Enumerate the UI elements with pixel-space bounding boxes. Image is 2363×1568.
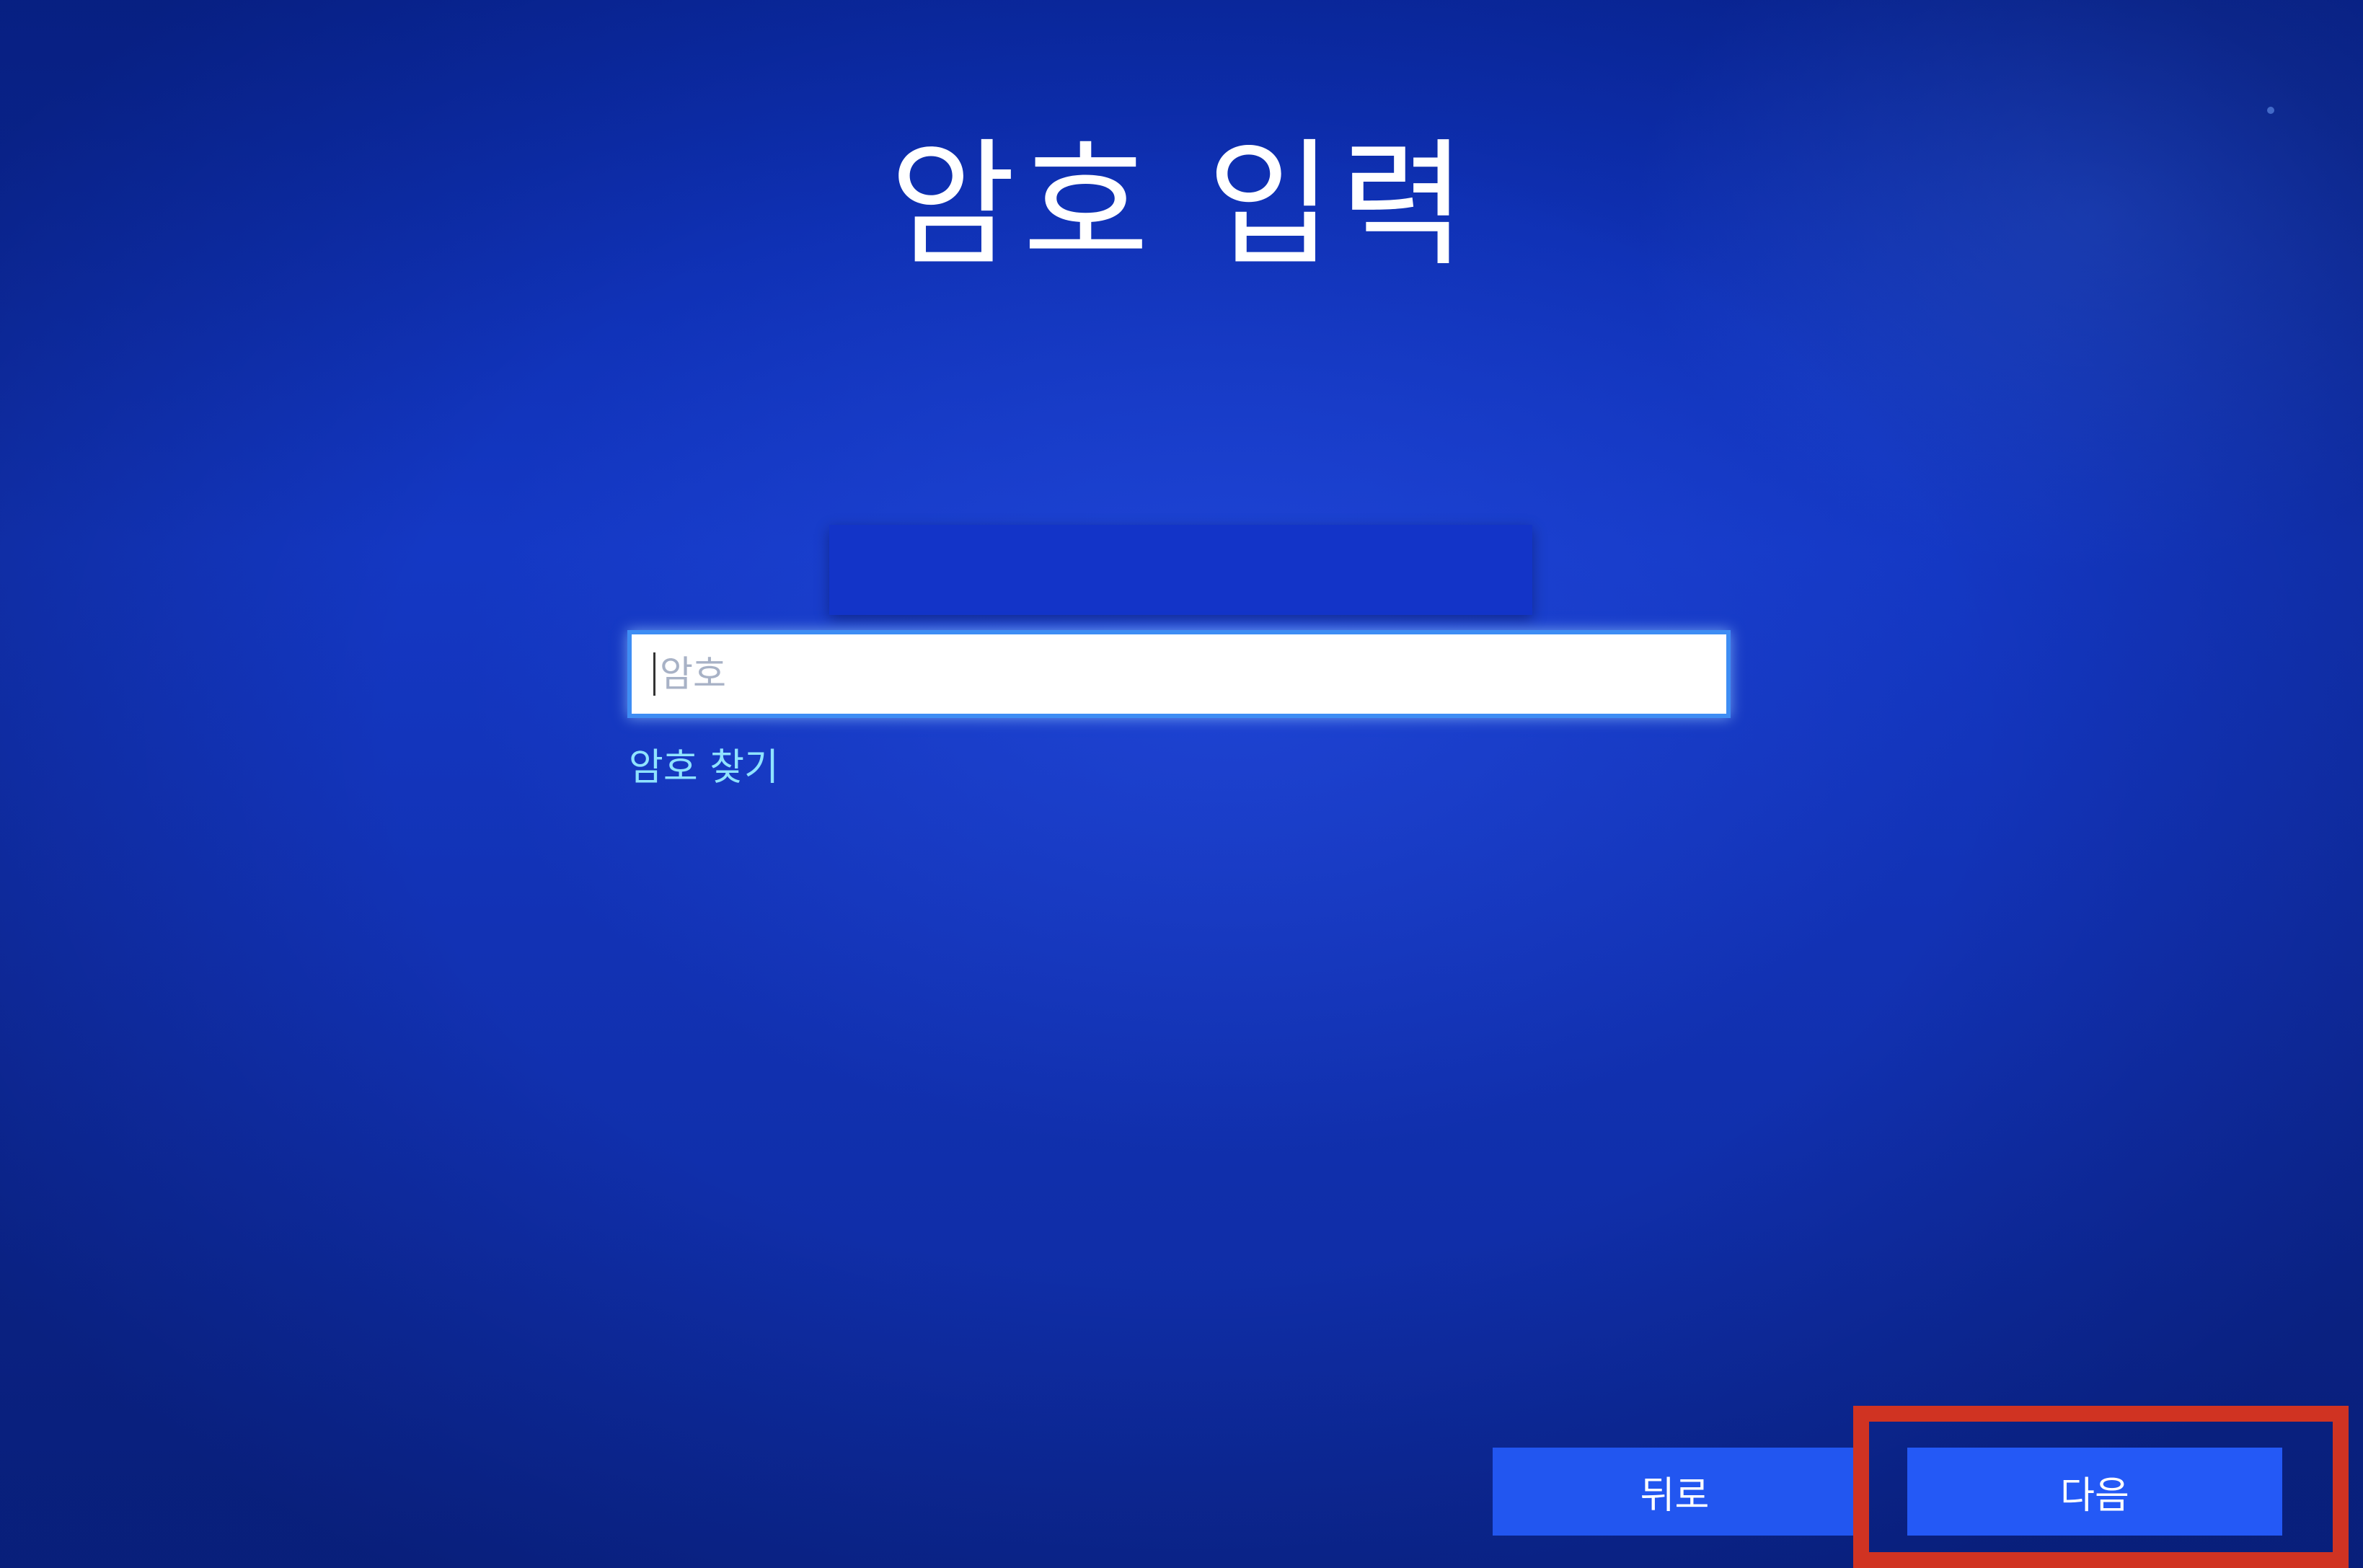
password-field[interactable] [627, 630, 1731, 718]
text-caret [653, 652, 655, 696]
highlight-box [1853, 1406, 2349, 1568]
back-button[interactable]: 뒤로 [1493, 1448, 1857, 1536]
forgot-password-link[interactable]: 암호 찾기 [629, 737, 779, 791]
setup-screen: 암호 입력 암호 찾기 뒤로 다음 [0, 0, 2363, 1568]
account-name-box [829, 525, 1532, 615]
page-title: 암호 입력 [889, 125, 1474, 285]
screen-speck [2267, 107, 2274, 114]
password-input[interactable] [658, 641, 1671, 707]
